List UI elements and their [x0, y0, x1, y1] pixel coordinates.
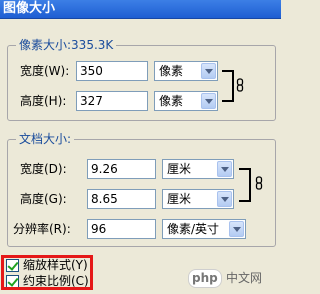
doc-height-unit-value: 厘米	[167, 192, 192, 206]
chevron-down-icon[interactable]	[229, 221, 244, 237]
pixel-width-label: 宽度(W):	[20, 64, 70, 78]
resolution-unit-value: 像素/英寸	[167, 222, 220, 236]
chain-link-icon	[236, 78, 244, 92]
title-bar: 图像大小	[0, 0, 281, 19]
chain-link-icon	[255, 176, 263, 190]
watermark: php 中文网	[188, 269, 278, 289]
pixel-constrain-bracket	[222, 70, 234, 102]
doc-width-unit-select[interactable]: 厘米	[162, 159, 234, 179]
pixel-width-unit-select[interactable]: 像素	[154, 61, 218, 81]
doc-width-label: 宽度(D):	[20, 162, 67, 176]
resolution-label: 分辨率(R):	[13, 222, 71, 236]
pixel-height-input[interactable]	[76, 91, 148, 111]
chevron-down-icon[interactable]	[201, 63, 216, 79]
watermark-text: 中文网	[226, 271, 263, 285]
doc-width-input[interactable]	[87, 159, 156, 179]
doc-width-unit-value: 厘米	[167, 162, 192, 176]
pixel-dimensions-legend: 像素大小:335.3K	[16, 37, 117, 53]
resolution-unit-select[interactable]: 像素/英寸	[162, 219, 246, 239]
doc-constrain-bracket	[239, 168, 251, 202]
window-title: 图像大小	[3, 1, 56, 16]
pixel-height-unit-select[interactable]: 像素	[154, 91, 218, 111]
pixel-height-unit-value: 像素	[159, 94, 184, 108]
chevron-down-icon[interactable]	[217, 161, 232, 177]
chevron-down-icon[interactable]	[201, 93, 216, 109]
php-logo: php	[188, 269, 222, 288]
document-size-legend: 文档大小:	[16, 131, 75, 147]
doc-height-unit-select[interactable]: 厘米	[162, 189, 234, 209]
pixel-width-input[interactable]	[76, 61, 148, 81]
doc-height-input[interactable]	[87, 189, 156, 209]
pixel-width-unit-value: 像素	[159, 64, 184, 78]
highlight-box	[1, 255, 93, 290]
resolution-input[interactable]	[87, 219, 156, 239]
chevron-down-icon[interactable]	[217, 191, 232, 207]
doc-height-label: 高度(G):	[20, 192, 67, 206]
pixel-height-label: 高度(H):	[20, 94, 67, 108]
